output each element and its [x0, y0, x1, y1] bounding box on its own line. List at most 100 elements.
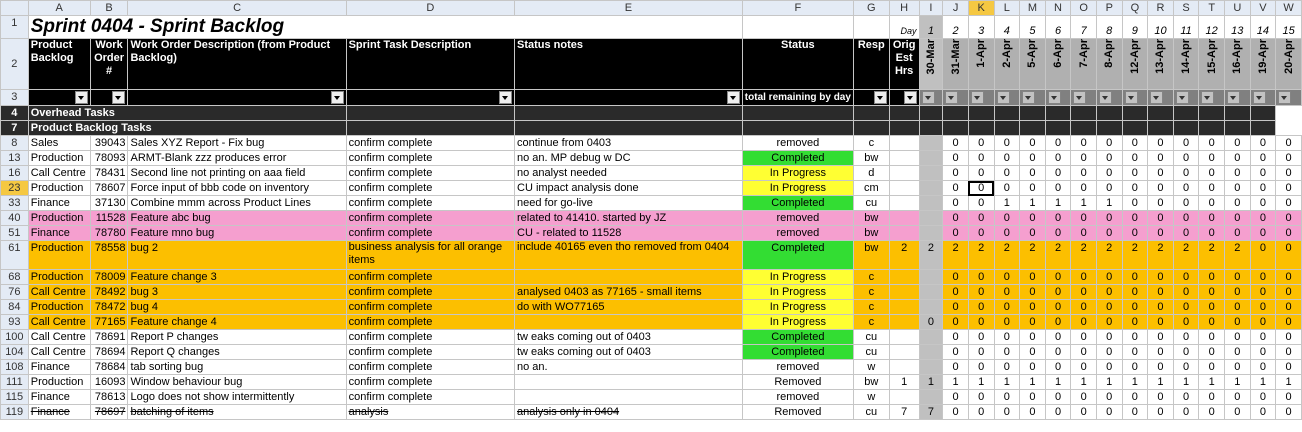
day-value-cell[interactable]: 0	[1172, 150, 1200, 166]
day-value-cell[interactable]: 1	[1070, 195, 1097, 211]
day-value-cell[interactable]: 0	[1223, 150, 1251, 166]
day-value-cell[interactable]: 0	[1070, 359, 1097, 375]
day-value-cell[interactable]: 0	[1070, 389, 1097, 405]
day-value-cell[interactable]: 0	[1275, 180, 1302, 196]
day-value-cell[interactable]: 0	[1275, 225, 1302, 241]
day-value-cell[interactable]: 2	[1223, 240, 1251, 270]
day-value-cell[interactable]: 0	[993, 269, 1021, 285]
filter-dropdown-icon[interactable]	[726, 90, 740, 104]
day-value-cell[interactable]: 0	[1275, 404, 1302, 420]
task-description-cell[interactable]: confirm complete	[345, 135, 516, 151]
day-value-cell[interactable]: 0	[1275, 284, 1302, 300]
row-header[interactable]: 76	[0, 284, 29, 300]
day-value-cell[interactable]: 0	[1121, 180, 1149, 196]
day-value-cell[interactable]: 0	[1147, 210, 1174, 226]
row-header[interactable]: 3	[0, 89, 29, 106]
status-notes-cell[interactable]: tw eaks coming out of 0403	[514, 329, 743, 345]
day-value-cell[interactable]: 0	[1249, 240, 1277, 270]
column-header[interactable]: P	[1095, 0, 1123, 16]
row-header[interactable]: 93	[0, 314, 29, 330]
day-value-cell[interactable]: 0	[967, 165, 995, 181]
column-header[interactable]: A	[27, 0, 91, 16]
day-value-cell[interactable]: 0	[1121, 314, 1149, 330]
day-value-cell[interactable]: 0	[1044, 404, 1072, 420]
day-value-cell[interactable]: 0	[1019, 299, 1046, 315]
filter-dropdown-icon[interactable]	[1047, 90, 1061, 104]
filter-dropdown-icon[interactable]	[1124, 90, 1138, 104]
day-value-cell[interactable]: 0	[993, 165, 1021, 181]
day-value-cell[interactable]: 0	[1172, 195, 1200, 211]
row-header[interactable]: 115	[0, 389, 29, 405]
column-header[interactable]: U	[1223, 0, 1251, 16]
column-header[interactable]: S	[1172, 0, 1200, 16]
day-value-cell[interactable]: 0	[942, 165, 969, 181]
orig-est-cell[interactable]	[888, 359, 920, 375]
product-backlog-cell[interactable]: Finance	[27, 225, 91, 241]
day-value-cell[interactable]: 0	[942, 404, 969, 420]
status-notes-cell[interactable]: include 40165 even tho removed from 0404	[514, 240, 743, 270]
day-value-cell[interactable]: 0	[1198, 344, 1225, 360]
day-value-cell[interactable]: 0	[1249, 359, 1277, 375]
day-value-cell[interactable]: 0	[942, 284, 969, 300]
wo-description-cell[interactable]: tab sorting bug	[127, 359, 347, 375]
day-value-cell[interactable]: 0	[1070, 135, 1097, 151]
status-notes-cell[interactable]: tw eaks coming out of 0403	[514, 344, 743, 360]
day-value-cell[interactable]: 0	[1198, 150, 1225, 166]
product-backlog-cell[interactable]: Production	[27, 210, 91, 226]
row-header[interactable]: 13	[0, 150, 29, 166]
day-value-cell[interactable]: 0	[1121, 359, 1149, 375]
day-value-cell[interactable]: 0	[1147, 165, 1174, 181]
day-value-cell[interactable]	[918, 165, 944, 181]
day-value-cell[interactable]	[918, 344, 944, 360]
wo-description-cell[interactable]: Window behaviour bug	[127, 374, 347, 390]
wo-description-cell[interactable]: Logo does not show intermittently	[127, 389, 347, 405]
status-notes-cell[interactable]: CU impact analysis done	[514, 180, 743, 196]
status-cell[interactable]: In Progress	[741, 180, 854, 196]
orig-est-cell[interactable]	[888, 210, 920, 226]
day-value-cell[interactable]	[918, 284, 944, 300]
day-value-cell[interactable]	[918, 225, 944, 241]
day-value-cell[interactable]: 0	[1095, 329, 1123, 345]
day-value-cell[interactable]: 0	[1019, 389, 1046, 405]
column-header[interactable]: L	[993, 0, 1021, 16]
wo-description-cell[interactable]: Force input of bbb code on inventory	[127, 180, 347, 196]
day-value-cell[interactable]: 2	[967, 240, 995, 270]
day-value-cell[interactable]: 0	[1147, 150, 1174, 166]
orig-est-cell[interactable]	[888, 225, 920, 241]
row-header[interactable]: 4	[0, 105, 29, 121]
work-order-cell[interactable]: 78607	[89, 180, 129, 196]
task-description-cell[interactable]: confirm complete	[345, 344, 516, 360]
day-value-cell[interactable]: 0	[1019, 225, 1046, 241]
day-value-cell[interactable]: 1	[1019, 195, 1046, 211]
day-value-cell[interactable]: 0	[967, 344, 995, 360]
task-description-cell[interactable]: business analysis for all orange items	[345, 240, 516, 270]
column-header[interactable]: J	[942, 0, 969, 16]
day-value-cell[interactable]: 0	[1095, 344, 1123, 360]
status-notes-cell[interactable]: analysed 0403 as 77165 - small items	[514, 284, 743, 300]
day-value-cell[interactable]: 0	[1198, 389, 1225, 405]
day-value-cell[interactable]: 0	[1223, 314, 1251, 330]
day-value-cell[interactable]: 0	[1249, 180, 1277, 196]
day-value-cell[interactable]: 0	[1044, 135, 1072, 151]
row-header[interactable]: 1	[0, 15, 29, 39]
status-notes-cell[interactable]	[514, 269, 743, 285]
product-backlog-cell[interactable]: Production	[27, 269, 91, 285]
day-value-cell[interactable]: 0	[1147, 329, 1174, 345]
day-value-cell[interactable]: 0	[1070, 225, 1097, 241]
day-value-cell[interactable]: 0	[967, 269, 995, 285]
status-cell[interactable]: In Progress	[741, 284, 854, 300]
day-value-cell[interactable]: 0	[1121, 329, 1149, 345]
filter-dropdown-icon[interactable]	[921, 90, 935, 104]
wo-description-cell[interactable]: ARMT-Blank zzz produces error	[127, 150, 347, 166]
column-header[interactable]: G	[852, 0, 890, 16]
day-value-cell[interactable]: 0	[1095, 314, 1123, 330]
day-value-cell[interactable]: 0	[993, 299, 1021, 315]
day-value-cell[interactable]: 1	[1275, 374, 1302, 390]
day-value-cell[interactable]: 0	[967, 314, 995, 330]
product-backlog-cell[interactable]: Production	[27, 150, 91, 166]
filter-dropdown-icon[interactable]	[1150, 90, 1164, 104]
status-notes-cell[interactable]: related to 41410. started by JZ	[514, 210, 743, 226]
day-value-cell[interactable]: 2	[1019, 240, 1046, 270]
day-value-cell[interactable]: 0	[1172, 135, 1200, 151]
day-value-cell[interactable]: 0	[1198, 269, 1225, 285]
